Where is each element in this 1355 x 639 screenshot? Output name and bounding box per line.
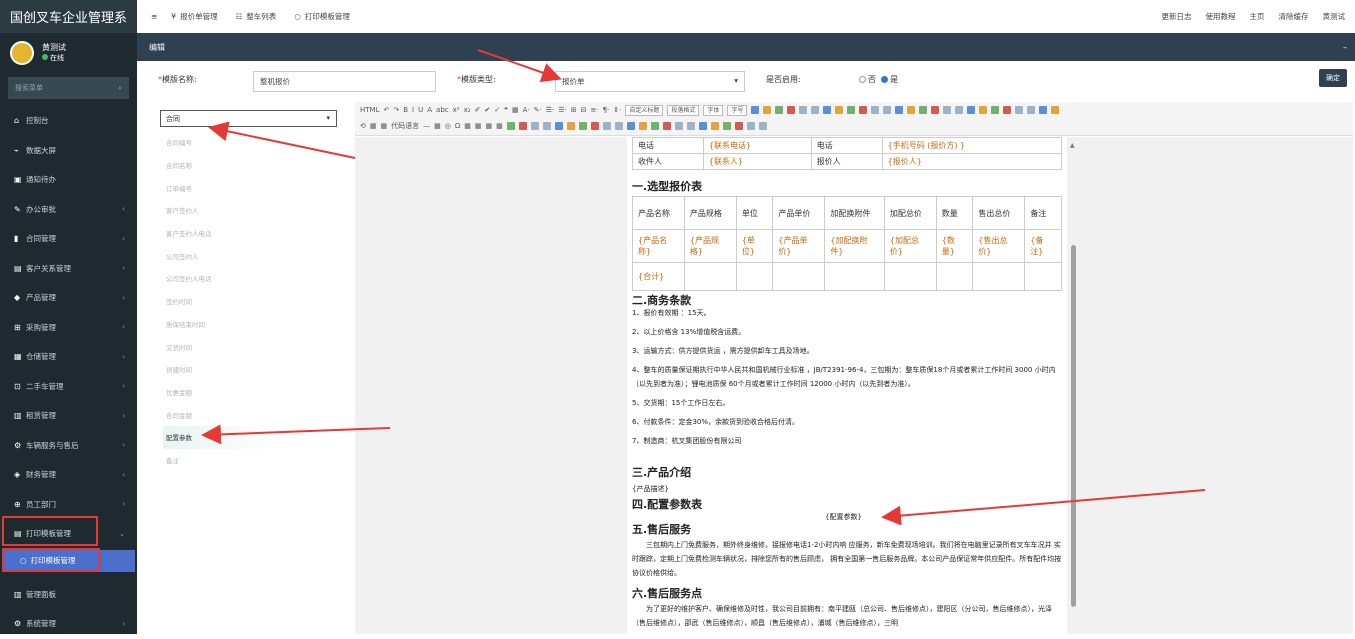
arrow-to-config-field <box>201 424 391 445</box>
annotation-arrows <box>201 49 1206 526</box>
arrow-to-select <box>208 121 356 159</box>
arrow-to-config-placeholder <box>881 489 1206 526</box>
arrow-to-type <box>477 49 562 83</box>
